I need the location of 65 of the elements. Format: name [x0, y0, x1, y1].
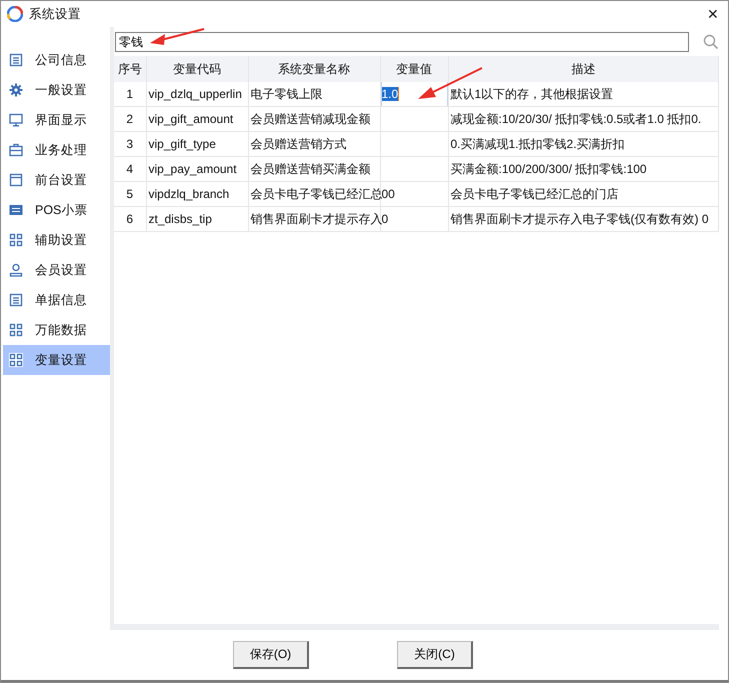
person-icon — [9, 263, 23, 277]
table-cell: 会员卡电子零钱已经汇总 — [248, 182, 380, 206]
cell-value[interactable]: 00 — [382, 187, 395, 201]
sidebar-item[interactable]: 变量设置 — [3, 345, 110, 375]
table-cell: 销售界面刷卡才提示存入电子零钱(仅有数有效) 0 — [448, 206, 718, 232]
table-cell: 会员卡电子零钱已经汇总的门店 — [448, 182, 718, 206]
table-cell: zt_disbs_tip — [146, 206, 248, 232]
window-title: 系统设置 — [29, 6, 81, 22]
sidebar-item[interactable]: 辅助设置 — [3, 225, 110, 255]
column-header[interactable]: 系统变量名称 — [248, 56, 380, 82]
monitor-icon — [9, 113, 23, 127]
table-cell: vip_gift_type — [146, 132, 248, 156]
window-icon — [9, 173, 23, 187]
table-cell: 默认1以下的存，其他根据设置 — [448, 82, 718, 106]
sidebar-item[interactable]: POS小票 — [3, 195, 110, 225]
table-cell: 会员赠送营销减现金额 — [248, 106, 380, 132]
table-cell: 销售界面刷卡才提示存入 — [248, 206, 380, 232]
sidebar-item[interactable]: 界面显示 — [3, 105, 110, 135]
table-cell[interactable] — [380, 132, 448, 156]
annotation-arrow — [149, 28, 205, 48]
save-button[interactable]: 保存(O) — [233, 641, 309, 669]
table-cell: 1 — [114, 82, 146, 106]
table-cell[interactable] — [380, 106, 448, 132]
search-field[interactable]: 零钱 — [115, 32, 689, 52]
ticket-icon — [9, 203, 23, 217]
sidebar-item[interactable]: 公司信息 — [3, 45, 110, 75]
table-cell: 3 — [114, 132, 146, 156]
table-cell: 4 — [114, 156, 146, 182]
search-icon[interactable] — [703, 34, 719, 50]
sidebar-item[interactable]: 万能数据 — [3, 315, 110, 345]
document-icon — [9, 293, 23, 307]
table-cell: 2 — [114, 106, 146, 132]
table-cell: 5 — [114, 182, 146, 206]
table-cell: vipdzlq_branch — [146, 182, 248, 206]
table-cell: vip_pay_amount — [146, 156, 248, 182]
briefcase-icon — [9, 143, 23, 157]
table-cell: 减现金额:10/20/30/ 抵扣零钱:0.5或者1.0 抵扣0. — [448, 106, 718, 132]
column-header[interactable]: 变量值 — [380, 56, 448, 82]
gear-icon — [9, 83, 23, 97]
table-cell: 0.买满减现1.抵扣零钱2.买满折扣 — [448, 132, 718, 156]
grid-icon — [9, 323, 23, 337]
cell-value[interactable]: 0 — [382, 212, 388, 226]
app-logo-icon — [7, 6, 23, 22]
column-header[interactable]: 变量代码 — [146, 56, 248, 82]
grid-icon — [9, 353, 23, 367]
table-cell: 电子零钱上限 — [248, 82, 380, 106]
table-cell: 会员赠送营销方式 — [248, 132, 380, 156]
sidebar-item[interactable]: 业务处理 — [3, 135, 110, 165]
document-icon — [9, 53, 23, 67]
table-cell: 买满金额:100/200/300/ 抵扣零钱:100 — [448, 156, 718, 182]
sidebar-item[interactable]: 一般设置 — [3, 75, 110, 105]
sidebar-item[interactable]: 会员设置 — [3, 255, 110, 285]
table-cell: 6 — [114, 206, 146, 232]
sidebar-item[interactable]: 单据信息 — [3, 285, 110, 315]
grid-icon — [9, 233, 23, 247]
column-header[interactable]: 描述 — [448, 56, 718, 82]
table-cell: 会员赠送营销买满金额 — [248, 156, 380, 182]
column-header[interactable]: 序号 — [114, 56, 146, 82]
sidebar-item[interactable]: 前台设置 — [3, 165, 110, 195]
close-button[interactable]: ✕ — [698, 2, 728, 26]
table-cell[interactable] — [380, 156, 448, 182]
table-cell: vip_dzlq_upperlin — [146, 82, 248, 106]
close-dialog-button[interactable]: 关闭(C) — [397, 641, 473, 669]
table-cell: vip_gift_amount — [146, 106, 248, 132]
cell-value[interactable]: 1.0 — [382, 87, 400, 101]
